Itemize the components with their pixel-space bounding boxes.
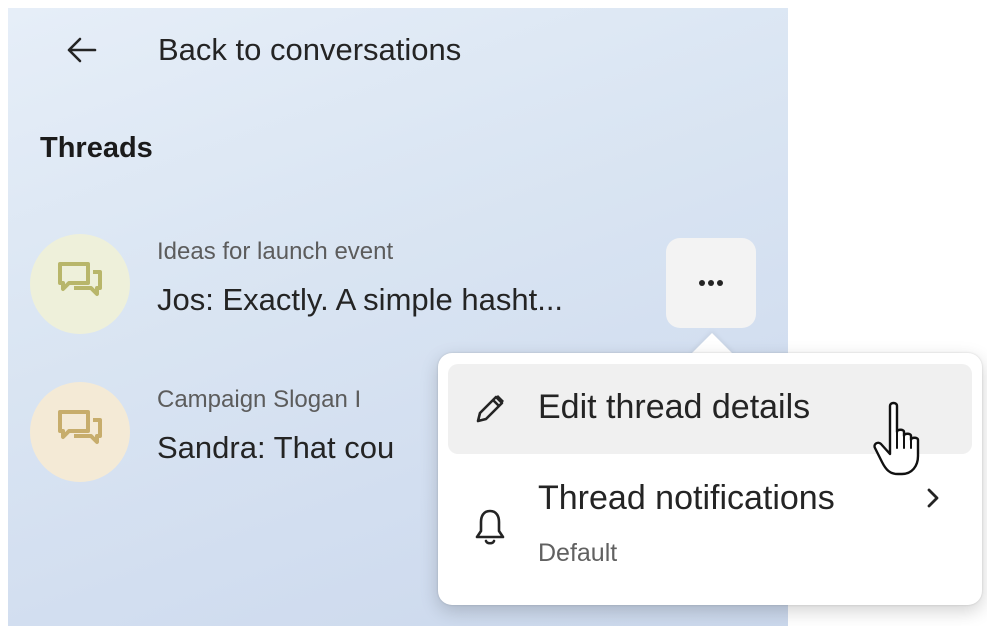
back-label: Back to conversations — [158, 32, 462, 67]
thread-preview: Jos: Exactly. A simple hasht... — [157, 282, 564, 317]
thread-context-menu: Edit thread details Thread notifications… — [438, 353, 982, 605]
thread-title: Campaign Slogan I — [157, 386, 362, 413]
more-horizontal-icon — [698, 274, 724, 292]
chevron-right-icon — [918, 483, 948, 513]
menu-item-label: Edit thread details — [538, 388, 811, 426]
app-stage: Back to conversations Threads Ideas for … — [0, 0, 987, 626]
bell-icon — [470, 507, 510, 547]
more-options-button[interactable] — [666, 238, 756, 328]
chat-bubbles-icon — [57, 261, 103, 308]
section-title: Threads — [40, 132, 153, 164]
arrow-left-icon — [62, 30, 102, 70]
thread-notifications-menu-item[interactable]: Thread notifications Default — [448, 465, 972, 593]
thread-title: Ideas for launch event — [157, 238, 394, 265]
menu-beak — [690, 333, 734, 355]
thread-item[interactable]: Ideas for launch event Jos: Exactly. A s… — [30, 232, 680, 342]
menu-item-label: Thread notifications — [538, 479, 835, 517]
edit-thread-details-menu-item[interactable]: Edit thread details — [448, 364, 972, 454]
chat-bubbles-icon — [57, 409, 103, 456]
thread-avatar — [30, 382, 130, 482]
thread-preview: Sandra: That cou — [157, 430, 395, 465]
pencil-icon — [470, 389, 510, 429]
back-to-conversations-button[interactable]: Back to conversations — [62, 24, 461, 76]
menu-item-sublabel: Default — [538, 539, 618, 567]
thread-avatar — [30, 234, 130, 334]
